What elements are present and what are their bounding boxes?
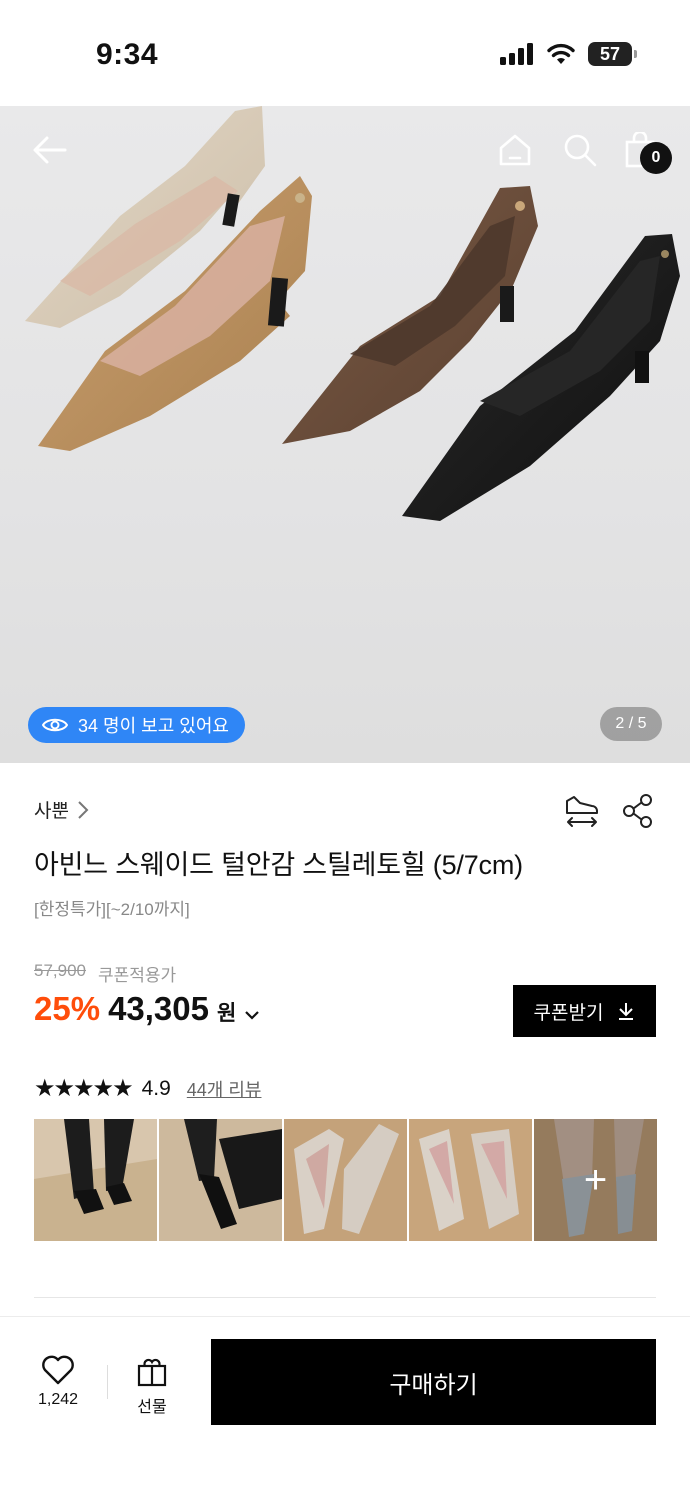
original-price-row: 57,900 쿠폰적용가 [34, 961, 176, 986]
product-subtitle: [한정특가][~2/10까지] [34, 900, 190, 919]
download-icon [619, 1003, 634, 1020]
gift-icon [137, 1358, 167, 1387]
status-icons: 57 [500, 42, 637, 66]
shoe-size-icon [566, 796, 598, 827]
status-time: 9:34 [96, 38, 159, 71]
review-photo-3[interactable] [284, 1119, 407, 1241]
like-button[interactable]: 1,242 [38, 1355, 78, 1409]
review-count-link[interactable]: 44개 리뷰 [187, 1076, 262, 1102]
search-button[interactable] [560, 130, 600, 170]
battery-level: 57 [599, 43, 621, 64]
bottom-bar-separator [107, 1365, 108, 1399]
review-photo-5[interactable]: + [534, 1119, 657, 1241]
chevron-right-icon [78, 800, 89, 819]
cart-count-badge: 0 [640, 142, 672, 174]
wifi-icon [547, 43, 575, 64]
review-photo-2[interactable] [159, 1119, 282, 1241]
discount-rate: 25% [34, 990, 101, 1027]
arrow-left-icon [33, 136, 67, 164]
coupon-download-button[interactable]: 쿠폰받기 [513, 985, 656, 1037]
size-compare-button[interactable] [564, 793, 600, 829]
gift-button[interactable]: 선물 [136, 1355, 168, 1417]
more-photos-overlay: + [534, 1119, 657, 1241]
search-icon [564, 134, 597, 167]
buy-button[interactable]: 구매하기 [211, 1339, 656, 1425]
review-photo-image [284, 1119, 407, 1241]
review-photo-image [159, 1119, 282, 1241]
coupon-price-label: 쿠폰적용가 [98, 966, 177, 985]
star-rating-icon: ★★★★★ [34, 1075, 134, 1102]
home-button[interactable] [495, 130, 535, 170]
brand-link[interactable]: 사뿐 [34, 796, 89, 823]
review-photo-image [34, 1119, 157, 1241]
chevron-down-icon [245, 1011, 260, 1020]
review-photo-strip: + [34, 1119, 657, 1241]
product-actions [564, 793, 654, 829]
bottom-action-bar: 1,242 선물 구매하기 [0, 1316, 690, 1500]
home-icon [499, 134, 531, 166]
brand-name: 사뿐 [34, 801, 69, 822]
heart-icon [42, 1355, 74, 1385]
signal-icon [500, 43, 533, 65]
coupon-button-label: 쿠폰받기 [533, 1002, 604, 1024]
product-photo [25, 106, 680, 521]
review-photo-4[interactable] [409, 1119, 532, 1241]
review-photo-image [409, 1119, 532, 1241]
sale-price: 43,305 [108, 990, 209, 1027]
currency-label: 원 [217, 1002, 237, 1025]
product-image-carousel[interactable]: 34 명이 보고 있어요 2 / 5 [0, 106, 690, 763]
sale-price-row[interactable]: 25% 43,305 원 [34, 990, 260, 1028]
back-button[interactable] [30, 130, 70, 170]
original-price: 57,900 [34, 961, 86, 980]
like-count: 1,242 [38, 1391, 79, 1408]
rating-value: 4.9 [141, 1076, 171, 1100]
section-divider [34, 1297, 656, 1298]
rating-row: ★★★★★ 4.9 44개 리뷰 [34, 1074, 261, 1103]
product-title: 아빈느 스웨이드 털안감 스틸레토힐 (5/7cm) [34, 850, 523, 880]
gift-label: 선물 [137, 1399, 167, 1416]
eye-icon [42, 718, 68, 732]
share-button[interactable] [622, 793, 654, 829]
viewers-badge: 34 명이 보고 있어요 [28, 707, 245, 743]
image-page-indicator: 2 / 5 [600, 707, 662, 741]
battery-icon: 57 [588, 42, 637, 66]
review-photo-1[interactable] [34, 1119, 157, 1241]
viewers-text: 34 명이 보고 있어요 [78, 716, 229, 736]
status-bar: 9:34 57 [0, 0, 690, 106]
share-icon [623, 794, 652, 828]
